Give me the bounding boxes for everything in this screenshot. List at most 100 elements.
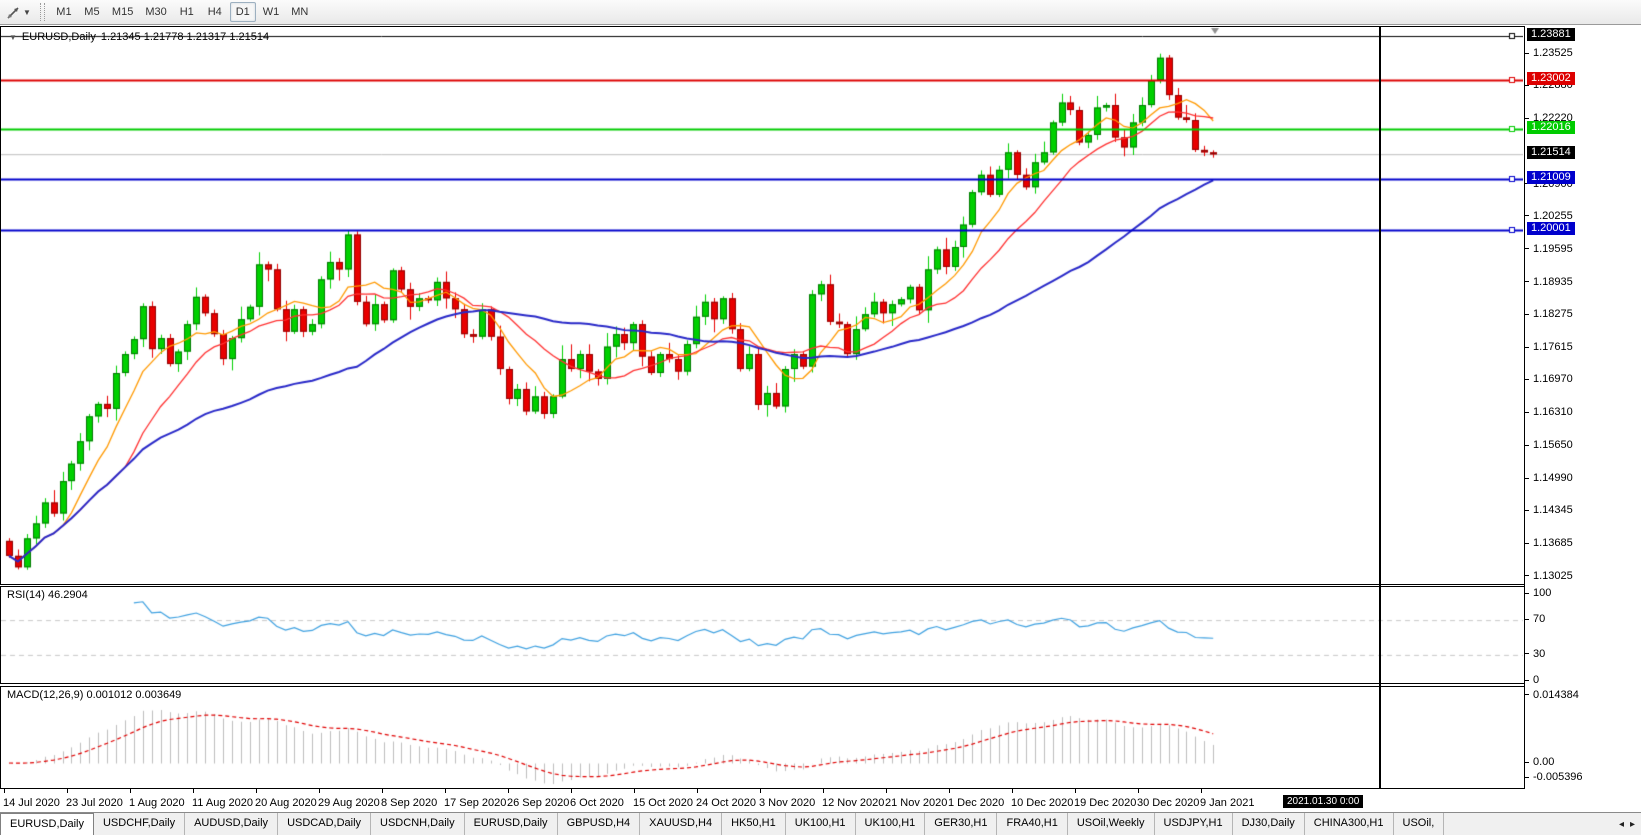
timeframe-button-m5[interactable]: M5: [79, 2, 105, 22]
chart-title-caret-icon[interactable]: ▼: [9, 33, 17, 42]
date-tick-mark: [634, 789, 635, 793]
price-tick-label: 1.14345: [1533, 504, 1573, 516]
date-tick-label: 15 Oct 2020: [633, 797, 693, 809]
candlestick-canvas[interactable]: [1, 27, 1523, 584]
price-tick-mark: [1525, 118, 1529, 119]
chart-tab-usoil-[interactable]: USOil,: [1394, 813, 1445, 835]
date-tick-label: 29 Aug 2020: [318, 797, 380, 809]
chart-tab-usoil-weekly[interactable]: USOil,Weekly: [1068, 813, 1155, 835]
date-tick-mark: [697, 789, 698, 793]
date-tick-mark: [130, 789, 131, 793]
chart-tab-uk100-h1[interactable]: UK100,H1: [856, 813, 926, 835]
date-tick-label: 20 Aug 2020: [255, 797, 317, 809]
date-tick-label: 10 Dec 2020: [1011, 797, 1073, 809]
timeframe-button-d1[interactable]: D1: [230, 2, 256, 22]
price-tick-label: 1.19595: [1533, 243, 1573, 255]
macd-tick-mark: [1525, 777, 1529, 778]
vertical-line-object[interactable]: [1379, 27, 1381, 788]
chart-tab-usdjpy-h1[interactable]: USDJPY,H1: [1155, 813, 1233, 835]
chart-ohlc-values: 1.21345 1.21778 1.21317 1.21514: [101, 31, 269, 43]
chart-tab-hk50-h1[interactable]: HK50,H1: [722, 813, 786, 835]
timeframe-buttons: M1M5M15M30H1H4D1W1MN: [50, 2, 314, 22]
date-tick-label: 26 Sep 2020: [507, 797, 569, 809]
date-tick-mark: [319, 789, 320, 793]
timeframe-button-h1[interactable]: H1: [174, 2, 200, 22]
chart-tab-xauusd-h4[interactable]: XAUUSD,H4: [640, 813, 722, 835]
price-tick-label: 1.13685: [1533, 537, 1573, 549]
macd-scale-label: 0.00: [1533, 756, 1554, 768]
price-tick-label: 1.15650: [1533, 439, 1573, 451]
price-tick-label: 1.18935: [1533, 276, 1573, 288]
price-tick-mark: [1525, 445, 1529, 446]
date-tick-mark: [193, 789, 194, 793]
price-chart-panel[interactable]: ▼ EURUSD,Daily 1.21345 1.21778 1.21317 1…: [0, 26, 1524, 585]
price-tick-label: 1.20255: [1533, 210, 1573, 222]
price-badge: 1.21009: [1527, 171, 1575, 184]
date-tick-label: 19 Dec 2020: [1074, 797, 1136, 809]
price-tick-label: 1.17615: [1533, 341, 1573, 353]
chart-tab-ger30-h1[interactable]: GER30,H1: [925, 813, 997, 835]
timeframe-button-h4[interactable]: H4: [202, 2, 228, 22]
chart-tab-fra40-h1[interactable]: FRA40,H1: [997, 813, 1067, 835]
price-tick-label: 1.16310: [1533, 406, 1573, 418]
rsi-indicator-panel[interactable]: RSI(14) 46.2904: [0, 586, 1524, 684]
timeframe-button-m15[interactable]: M15: [107, 2, 138, 22]
date-tick-label: 24 Oct 2020: [696, 797, 756, 809]
date-tick-mark: [445, 789, 446, 793]
date-tick-label: 23 Jul 2020: [66, 797, 123, 809]
scale-separator: [1524, 26, 1525, 789]
chart-tab-eurusd-daily[interactable]: EURUSD,Daily: [465, 813, 558, 835]
date-tick-mark: [823, 789, 824, 793]
chart-tab-uk100-h1[interactable]: UK100,H1: [786, 813, 856, 835]
date-tick-mark: [886, 789, 887, 793]
rsi-tick-mark: [1525, 680, 1529, 681]
price-tick-label: 1.16970: [1533, 373, 1573, 385]
tab-scroll-left-icon[interactable]: ◂: [1619, 819, 1624, 830]
date-tick-label: 8 Sep 2020: [381, 797, 437, 809]
date-tick-label: 9 Jan 2021: [1200, 797, 1254, 809]
price-tick-mark: [1525, 510, 1529, 511]
rsi-tick-mark: [1525, 593, 1529, 594]
crosshair-cursor-icon: [6, 5, 21, 20]
price-tick-label: 1.23525: [1533, 47, 1573, 59]
price-tick-mark: [1525, 347, 1529, 348]
timeframe-button-m30[interactable]: M30: [140, 2, 171, 22]
tab-scroll-right-icon[interactable]: ▸: [1630, 819, 1635, 830]
chart-tab-usdcad-daily[interactable]: USDCAD,Daily: [278, 813, 371, 835]
rsi-scale-label: 100: [1533, 587, 1551, 599]
price-tick-label: 1.14990: [1533, 472, 1573, 484]
price-tick-mark: [1525, 53, 1529, 54]
cursor-tool-button[interactable]: ▼: [0, 0, 35, 24]
rsi-scale-label: 70: [1533, 613, 1545, 625]
toolbar-grip: [40, 3, 45, 21]
macd-label: MACD(12,26,9) 0.001012 0.003649: [7, 689, 181, 701]
trading-terminal: ▼ M1M5M15M30H1H4D1W1MN ▼ EURUSD,Daily 1.…: [0, 0, 1641, 835]
price-scale[interactable]: 1.235251.228801.222201.209001.202551.195…: [1524, 26, 1641, 789]
macd-indicator-panel[interactable]: MACD(12,26,9) 0.001012 0.003649: [0, 686, 1524, 789]
price-tick-mark: [1525, 543, 1529, 544]
chart-tab-usdcnh-daily[interactable]: USDCNH,Daily: [371, 813, 465, 835]
price-tick-mark: [1525, 575, 1529, 576]
chart-tab-dj30-daily[interactable]: DJ30,Daily: [1233, 813, 1305, 835]
price-tick-label: 1.18275: [1533, 308, 1573, 320]
chart-tab-audusd-daily[interactable]: AUDUSD,Daily: [185, 813, 278, 835]
date-tick-label: 3 Nov 2020: [759, 797, 815, 809]
rsi-value: 46.2904: [48, 589, 88, 601]
price-tick-mark: [1525, 412, 1529, 413]
price-tick-mark: [1525, 478, 1529, 479]
timeframe-button-mn[interactable]: MN: [286, 2, 313, 22]
chart-tab-usdchf-daily[interactable]: USDCHF,Daily: [94, 813, 185, 835]
chart-tab-gbpusd-h4[interactable]: GBPUSD,H4: [558, 813, 641, 835]
chart-tab-china300-h1[interactable]: CHINA300,H1: [1305, 813, 1394, 835]
timeframe-button-w1[interactable]: W1: [258, 2, 285, 22]
date-tick-mark: [571, 789, 572, 793]
timeframe-button-m1[interactable]: M1: [51, 2, 77, 22]
cursor-tool-caret-icon[interactable]: ▼: [23, 8, 31, 17]
price-badge: 1.20001: [1527, 222, 1575, 235]
price-tick-mark: [1525, 379, 1529, 380]
macd-tick-mark: [1525, 694, 1529, 695]
chart-tab-eurusd-daily[interactable]: EURUSD,Daily: [0, 813, 94, 835]
date-tick-label: 1 Dec 2020: [948, 797, 1004, 809]
macd-values: 0.001012 0.003649: [86, 689, 181, 701]
date-axis[interactable]: 2021.01.30 0:00 14 Jul 202023 Jul 20201 …: [0, 789, 1641, 812]
